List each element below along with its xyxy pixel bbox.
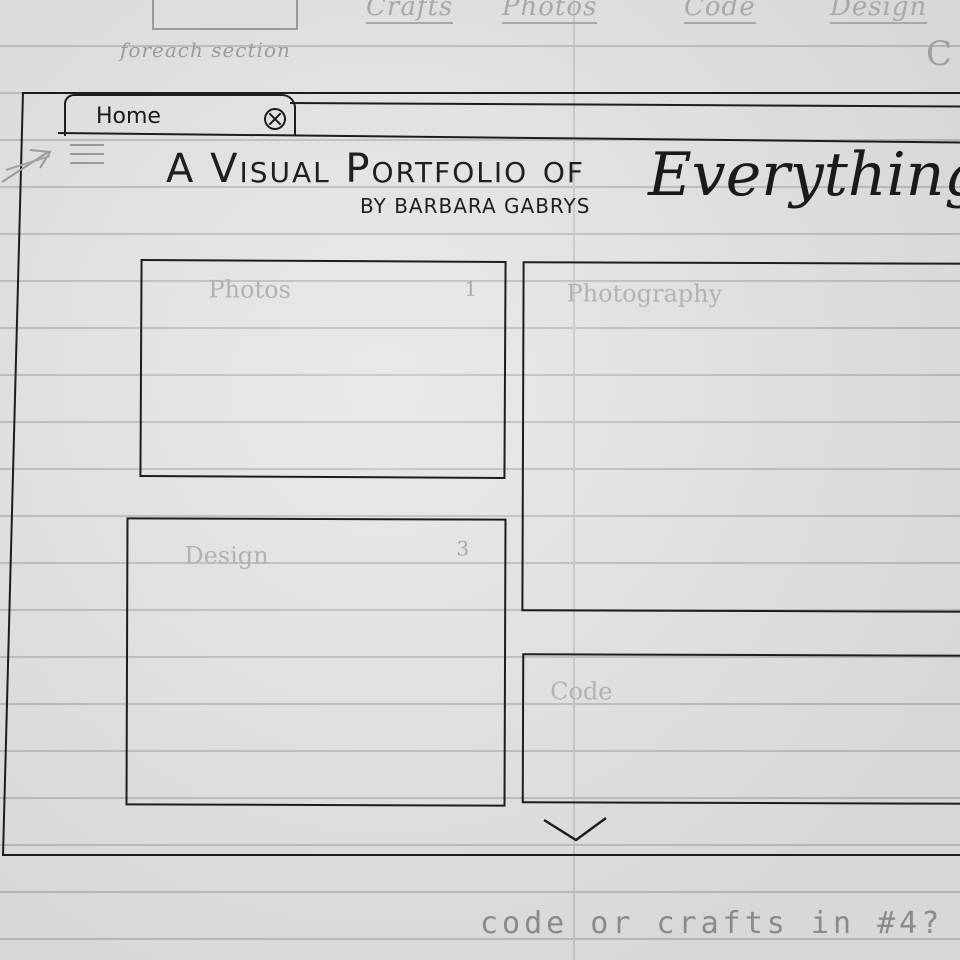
arrow-scribble-icon <box>1 149 52 183</box>
page-byline: BY BARBARA GABRYS <box>360 194 591 218</box>
bottom-note: code or crafts in #4? <box>480 906 944 941</box>
tile-label-design: Design <box>184 541 269 570</box>
section-tile-photography[interactable]: Photography <box>521 261 960 613</box>
hamburger-menu-icon[interactable] <box>70 144 104 166</box>
tab-home[interactable]: Home <box>64 94 296 136</box>
section-tile-design[interactable]: Design 3 <box>125 517 507 807</box>
tile-label-photography: Photography <box>566 279 723 308</box>
page-title-script: Everything <box>648 140 960 210</box>
tile-number-photos: 1 <box>464 276 478 301</box>
corner-letter: C <box>926 34 953 74</box>
section-tile-photos[interactable]: Photos 1 <box>139 259 507 479</box>
page-title: A Visual Portfolio of <box>166 146 586 192</box>
sketch-nav-code: Code <box>684 0 756 24</box>
sketch-nav-photos: Photos <box>502 0 598 24</box>
projects-sketch-box <box>152 0 298 30</box>
tab-home-label: Home <box>96 104 161 129</box>
chevron-down-icon[interactable] <box>540 814 610 844</box>
tile-label-code: Code <box>550 677 613 706</box>
sketch-nav-design: Design <box>830 0 928 24</box>
sketch-nav-crafts: Crafts <box>366 0 454 24</box>
tile-number-design: 3 <box>456 536 470 561</box>
tab-close-icon[interactable] <box>264 108 286 130</box>
section-tile-code[interactable]: Code <box>521 653 960 805</box>
tile-label-photos: Photos <box>208 275 291 304</box>
foreach-note: foreach section <box>120 38 291 62</box>
